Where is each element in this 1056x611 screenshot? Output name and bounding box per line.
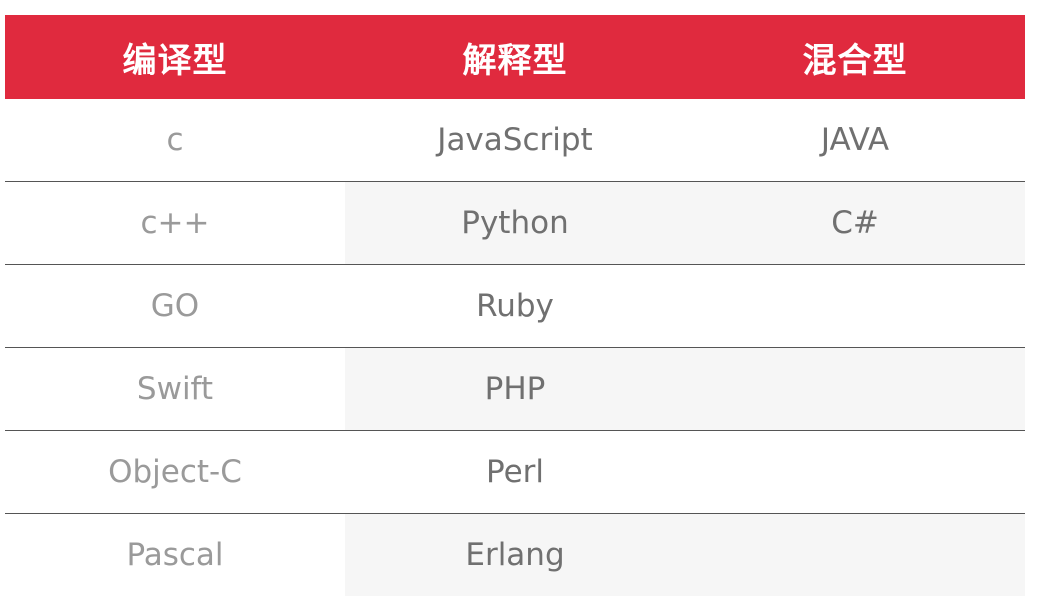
table-row: GO Ruby xyxy=(5,265,1025,348)
table-row: c++ Python C# xyxy=(5,182,1025,265)
table-cell: JavaScript xyxy=(345,99,685,181)
table-row: Object-C Perl xyxy=(5,431,1025,514)
table-cell: C# xyxy=(685,182,1025,264)
table-cell: Swift xyxy=(5,348,345,430)
language-type-table: 编译型 解释型 混合型 c JavaScript JAVA c++ Python… xyxy=(5,15,1025,596)
table-row: Pascal Erlang xyxy=(5,514,1025,596)
table-cell: Ruby xyxy=(345,265,685,347)
table-cell: Pascal xyxy=(5,514,345,596)
table-header: 编译型 解释型 混合型 xyxy=(5,15,1025,99)
table-cell xyxy=(685,431,1025,513)
table-cell: c++ xyxy=(5,182,345,264)
table-cell: Object-C xyxy=(5,431,345,513)
table-cell xyxy=(685,348,1025,430)
table-cell xyxy=(685,514,1025,596)
table-cell: JAVA xyxy=(685,99,1025,181)
header-interpreted: 解释型 xyxy=(462,40,568,81)
table-cell: Python xyxy=(345,182,685,264)
table-cell: Erlang xyxy=(345,514,685,596)
table-cell: Perl xyxy=(345,431,685,513)
header-hybrid: 混合型 xyxy=(802,40,908,81)
table-row: Swift PHP xyxy=(5,348,1025,431)
header-compiled: 编译型 xyxy=(122,40,228,81)
table-row: c JavaScript JAVA xyxy=(5,99,1025,182)
table-cell: PHP xyxy=(345,348,685,430)
table-cell: c xyxy=(5,99,345,181)
table-cell: GO xyxy=(5,265,345,347)
table-cell xyxy=(685,265,1025,347)
